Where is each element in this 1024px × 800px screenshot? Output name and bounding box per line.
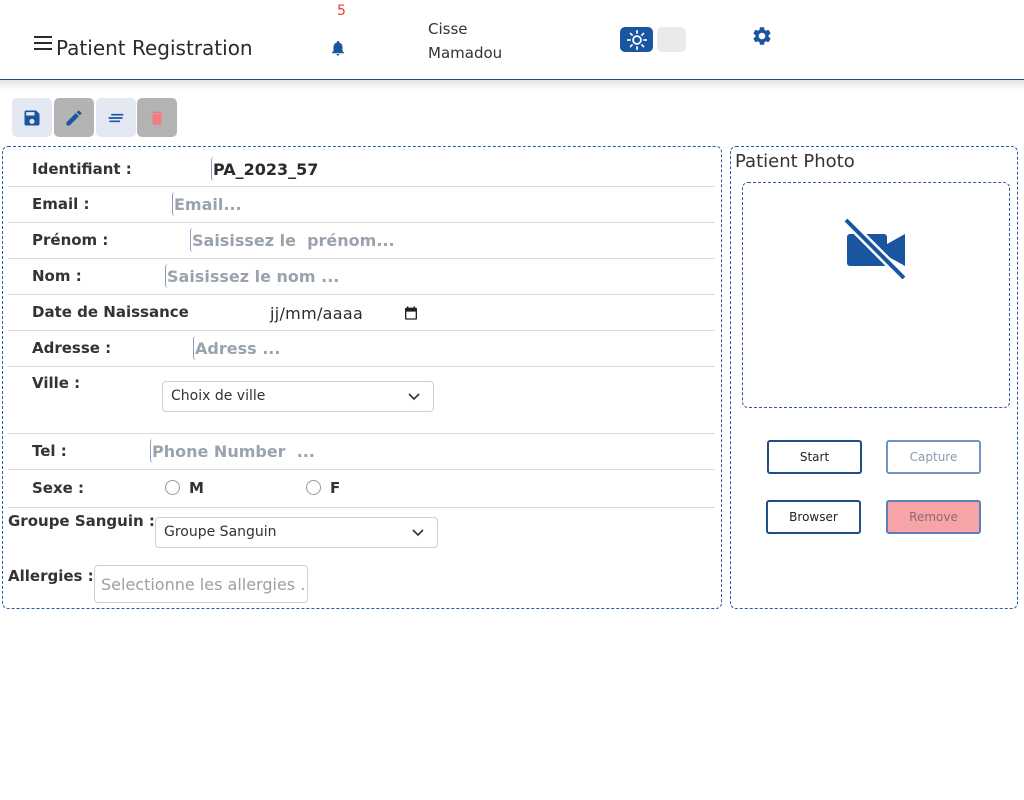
identifiant-row: Identifiant : (8, 151, 715, 187)
prenom-field[interactable] (190, 228, 490, 252)
page-title: Patient Registration (56, 36, 253, 60)
light-theme-button[interactable] (620, 27, 653, 52)
adresse-row: Adresse : (8, 331, 715, 367)
ville-label: Ville : (32, 374, 81, 392)
groupe-sanguin-label: Groupe Sanguin : (8, 512, 155, 530)
prenom-row: Prénom : (8, 223, 715, 259)
identifiant-label: Identifiant : (32, 160, 132, 178)
remove-photo-button[interactable]: Remove (886, 500, 981, 534)
gear-icon[interactable] (751, 25, 773, 47)
trash-icon (151, 110, 163, 125)
menu-icon[interactable] (34, 36, 54, 52)
sexe-m-label: M (189, 479, 204, 497)
camera-off-icon (842, 214, 910, 282)
delete-button[interactable] (137, 98, 177, 137)
adresse-field[interactable] (193, 336, 493, 360)
browse-button[interactable]: Browser (766, 500, 861, 534)
ville-select[interactable]: Choix de ville (162, 381, 434, 412)
list-button[interactable] (96, 98, 136, 137)
dark-theme-button[interactable] (657, 27, 686, 52)
start-camera-button[interactable]: Start (767, 440, 862, 474)
moon-icon (665, 32, 673, 47)
sexe-f-radio[interactable] (306, 480, 321, 495)
list-icon (108, 113, 124, 122)
pencil-icon (66, 109, 82, 125)
tel-label: Tel : (32, 442, 67, 460)
ville-select-value: Choix de ville (171, 388, 266, 404)
bell-icon[interactable] (329, 38, 347, 58)
sexe-row: Sexe : M F (8, 470, 715, 508)
edit-button[interactable] (54, 98, 94, 137)
date-naissance-row: Date de Naissance jj/mm/aaaa (8, 295, 715, 331)
date-naissance-field[interactable]: jj/mm/aaaa (270, 304, 363, 323)
nom-label: Nom : (32, 267, 82, 285)
calendar-icon[interactable] (403, 305, 419, 321)
allergies-multiselect[interactable] (94, 565, 308, 603)
identifiant-field[interactable] (211, 157, 431, 181)
chevron-down-icon (408, 393, 420, 401)
save-button[interactable] (12, 98, 52, 137)
groupe-sanguin-select[interactable]: Groupe Sanguin (155, 517, 438, 548)
groupe-sanguin-select-value: Groupe Sanguin (164, 524, 277, 540)
user-first-name: Cisse (428, 20, 468, 38)
nom-row: Nom : (8, 259, 715, 295)
top-bar: Patient Registration 5 Cisse Mamadou (0, 0, 1024, 80)
prenom-label: Prénom : (32, 231, 109, 249)
chevron-down-icon (412, 529, 424, 537)
nom-field[interactable] (165, 264, 465, 288)
email-row: Email : (8, 187, 715, 223)
ville-row: Ville : Choix de ville (8, 367, 715, 434)
adresse-label: Adresse : (32, 339, 112, 357)
sexe-f-label: F (330, 479, 341, 497)
photo-title: Patient Photo (735, 151, 855, 172)
sun-icon (626, 29, 647, 50)
sexe-m-radio[interactable] (165, 480, 180, 495)
user-name: Cisse Mamadou (428, 17, 502, 65)
user-last-name: Mamadou (428, 44, 503, 62)
save-icon (24, 110, 40, 125)
theme-switch (620, 27, 686, 52)
email-field[interactable] (172, 192, 472, 216)
date-naissance-label: Date de Naissance (32, 303, 189, 321)
allergies-label: Allergies : (8, 567, 94, 585)
header-shadow (0, 80, 1024, 90)
capture-button[interactable]: Capture (886, 440, 981, 474)
sexe-label: Sexe : (32, 479, 85, 497)
email-label: Email : (32, 195, 90, 213)
notification-count-badge: 5 (337, 3, 346, 19)
tel-field[interactable] (150, 439, 450, 463)
tel-row: Tel : (8, 434, 715, 470)
